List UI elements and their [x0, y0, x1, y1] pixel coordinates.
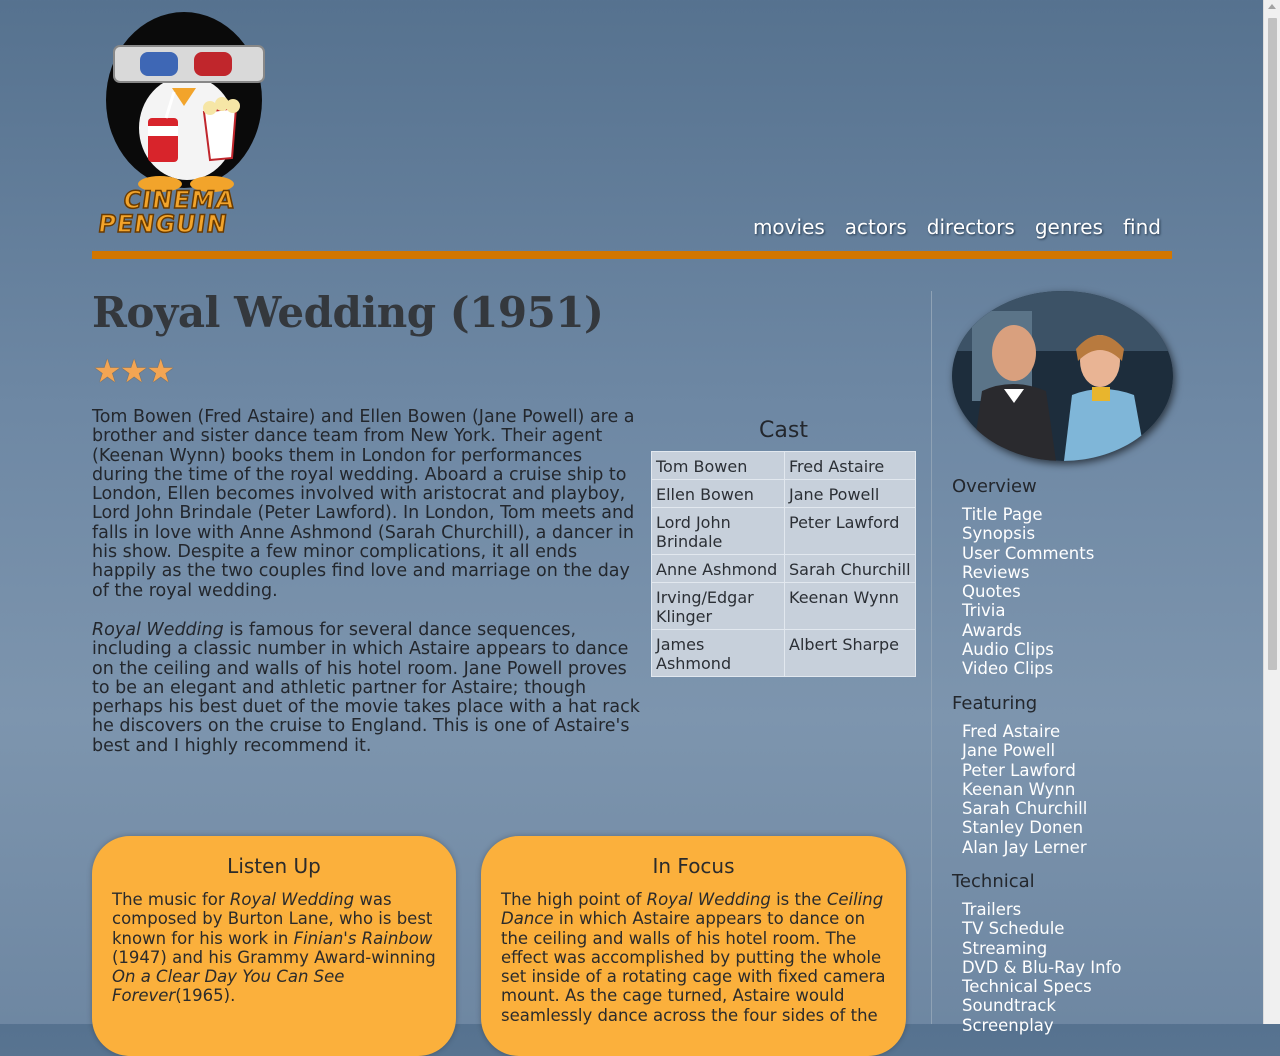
rating-stars: ★★★: [93, 352, 175, 390]
sidebar-item-streaming[interactable]: Streaming: [962, 939, 1122, 958]
text: The high point of: [501, 890, 647, 909]
sidebar-item-trivia[interactable]: Trivia: [962, 601, 1094, 620]
actor-name[interactable]: Fred Astaire: [784, 451, 916, 480]
listen-up-text: The music for Royal Wedding was composed…: [112, 890, 436, 1006]
sidebar-item-title-page[interactable]: Title Page: [962, 505, 1094, 524]
sidebar-overview: Overview Title Page Synopsis User Commen…: [952, 476, 1094, 679]
sidebar-item-person[interactable]: Alan Jay Lerner: [962, 838, 1087, 857]
cinema-penguin-logo[interactable]: CINEMA PENGUIN: [92, 8, 292, 244]
sidebar-item-person[interactable]: Fred Astaire: [962, 722, 1087, 741]
movie-title-italic: Royal Wedding: [92, 619, 224, 640]
movie-still-icon: [952, 291, 1173, 461]
sidebar-item-user-comments[interactable]: User Comments: [962, 544, 1094, 563]
table-row: James Ashmond Albert Sharpe: [651, 629, 916, 677]
table-row: Anne Ashmond Sarah Churchill: [651, 554, 916, 583]
sidebar-item-trailers[interactable]: Trailers: [962, 900, 1122, 919]
sidebar-item-quotes[interactable]: Quotes: [962, 582, 1094, 601]
sidebar-item-screenplay[interactable]: Screenplay: [962, 1016, 1122, 1035]
featuring-heading: Featuring: [952, 693, 1038, 714]
text: (1965).: [175, 986, 236, 1006]
actor-name[interactable]: Peter Lawford: [784, 507, 916, 555]
character-name: Anne Ashmond: [651, 554, 785, 583]
table-row: Tom Bowen Fred Astaire: [651, 451, 916, 480]
character-name: Lord John Brindale: [651, 507, 785, 555]
actor-name[interactable]: Sarah Churchill: [784, 554, 916, 583]
sidebar-item-person[interactable]: Keenan Wynn: [962, 780, 1087, 799]
sidebar-item-soundtrack[interactable]: Soundtrack: [962, 996, 1122, 1015]
text: The music for: [112, 890, 230, 909]
scroll-up-arrow-icon[interactable]: [1268, 4, 1276, 9]
character-name: James Ashmond: [651, 629, 785, 677]
header-divider: [92, 251, 1172, 259]
in-focus-heading: In Focus: [652, 854, 735, 878]
nav-genres[interactable]: genres: [1035, 215, 1103, 239]
sidebar-technical: Technical Trailers TV Schedule Streaming…: [952, 871, 1122, 1035]
italic-title: Royal Wedding: [646, 890, 771, 909]
cast-table: Tom Bowen Fred Astaire Ellen Bowen Jane Po…: [651, 451, 916, 677]
sidebar-item-person[interactable]: Peter Lawford: [962, 761, 1087, 780]
vertical-scrollbar[interactable]: [1263, 0, 1280, 1024]
page: CINEMA PENGUIN movies actors directors g…: [0, 0, 1264, 1056]
sidebar-featuring: Featuring Fred Astaire Jane Powell Peter…: [952, 693, 1087, 857]
sidebar-divider: [931, 291, 932, 1024]
nav-directors[interactable]: directors: [927, 215, 1015, 239]
logo-line-1: CINEMA: [121, 185, 238, 215]
sidebar-item-reviews[interactable]: Reviews: [962, 563, 1094, 582]
logo-line-2: PENGUIN: [96, 209, 231, 239]
listen-up-heading: Listen Up: [227, 854, 321, 878]
scrollbar-thumb[interactable]: [1268, 18, 1277, 670]
movie-still-image: [952, 291, 1173, 461]
synopsis-paragraph-1: Tom Bowen (Fred Astaire) and Ellen Bowen…: [92, 407, 635, 601]
nav-movies[interactable]: movies: [753, 215, 825, 239]
cast-heading: Cast: [759, 418, 808, 443]
actor-name[interactable]: Albert Sharpe: [784, 629, 916, 677]
text: is the: [770, 890, 827, 909]
synopsis-paragraph-2-text: is famous for several dance sequences, i…: [92, 619, 640, 756]
sidebar-item-person[interactable]: Jane Powell: [962, 741, 1087, 760]
synopsis-paragraph-2: Royal Wedding is famous for several danc…: [92, 619, 640, 756]
italic-title: Royal Wedding: [229, 890, 355, 909]
sidebar-item-synopsis[interactable]: Synopsis: [962, 524, 1094, 543]
actor-name[interactable]: Keenan Wynn: [784, 582, 916, 630]
page-title: Royal Wedding (1951): [92, 288, 604, 337]
character-name: Irving/Edgar Klinger: [651, 582, 785, 630]
sidebar-item-tv-schedule[interactable]: TV Schedule: [962, 919, 1122, 938]
table-row: Lord John Brindale Peter Lawford: [651, 507, 916, 555]
table-row: Ellen Bowen Jane Powell: [651, 479, 916, 508]
sidebar-item-awards[interactable]: Awards: [962, 621, 1094, 640]
sidebar-item-technical-specs[interactable]: Technical Specs: [962, 977, 1122, 996]
sidebar-item-person[interactable]: Stanley Donen: [962, 818, 1087, 837]
sidebar-item-dvd-bluray[interactable]: DVD & Blu-Ray Info: [962, 958, 1122, 977]
sidebar-item-video-clips[interactable]: Video Clips: [962, 659, 1094, 678]
main-nav: movies actors directors genres find: [753, 215, 1161, 239]
sidebar-item-person[interactable]: Sarah Churchill: [962, 799, 1087, 818]
in-focus-text: The high point of Royal Wedding is the C…: [501, 890, 886, 1025]
nav-find[interactable]: find: [1123, 215, 1161, 239]
actor-name[interactable]: Jane Powell: [784, 479, 916, 508]
table-row: Irving/Edgar Klinger Keenan Wynn: [651, 582, 916, 630]
nav-actors[interactable]: actors: [845, 215, 907, 239]
in-focus-box: In Focus The high point of Royal Wedding…: [481, 836, 906, 1056]
synopsis: Tom Bowen (Fred Astaire) and Ellen Bowen…: [92, 407, 640, 776]
overview-heading: Overview: [952, 476, 1037, 497]
text: in which Astaire appears to dance on the…: [501, 909, 886, 1025]
listen-up-box: Listen Up The music for Royal Wedding wa…: [92, 836, 456, 1056]
sidebar-item-audio-clips[interactable]: Audio Clips: [962, 640, 1094, 659]
italic-title: Finian's Rainbow: [293, 928, 433, 948]
character-name: Ellen Bowen: [651, 479, 785, 508]
character-name: Tom Bowen: [651, 451, 785, 480]
technical-heading: Technical: [952, 871, 1035, 892]
logo-wordmark: CINEMA PENGUIN: [96, 185, 238, 239]
text: (1947) and his Grammy Award-winning: [112, 947, 436, 967]
